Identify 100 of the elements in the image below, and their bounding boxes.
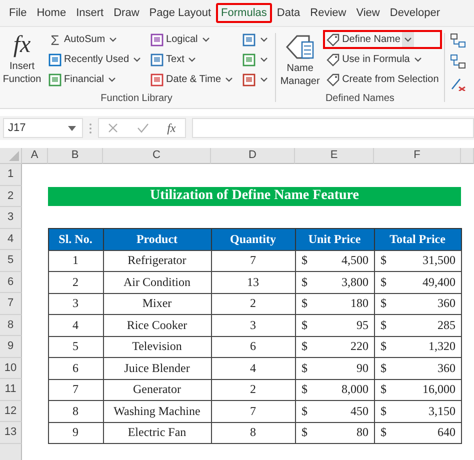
ribbon-button[interactable]: Logical [147,30,238,49]
row-header[interactable]: 8 [0,314,22,336]
row-header[interactable]: 9 [0,336,22,358]
amount: 360 [438,296,456,312]
column-header[interactable]: D [211,148,295,164]
row-header[interactable]: 6 [0,272,22,293]
column-header[interactable] [461,148,474,164]
currency-symbol: $ [380,253,386,268]
row-header[interactable]: 13 [0,422,22,444]
ribbon-button[interactable]: Define Name [323,30,442,49]
row-header[interactable]: 2 [0,186,22,207]
ribbon-tab[interactable]: Page Layout [144,3,216,23]
currency-symbol: $ [302,404,308,419]
caret-icon [225,77,234,82]
caret-icon [108,77,116,82]
book-icon [48,52,62,66]
caret-icon [188,57,196,62]
amount: 80 [356,425,368,440]
currency-symbol: $ [302,318,308,333]
row-header[interactable]: 3 [0,207,22,228]
currency-symbol: $ [302,360,308,376]
ribbon-button[interactable]: Financial [45,70,146,89]
ribbon-button[interactable]: Recently Used [45,50,146,69]
caret-icon [109,37,118,42]
ribbon-button[interactable]: Σ AutoSum [45,30,146,49]
currency-symbol: $ [380,296,386,312]
large-ribbon-button[interactable]: Name Manager [278,30,322,93]
amount: 31,500 [422,253,456,268]
currency-symbol: $ [302,382,308,398]
row-header[interactable]: 1 [0,164,22,186]
amount: 95 [356,318,368,333]
ribbon-tab[interactable]: Developer [384,3,446,23]
book-icon [242,52,256,66]
row-header[interactable]: 5 [0,250,22,272]
currency-symbol: $ [302,296,308,312]
ribbon-tab[interactable]: Home [32,3,72,23]
amount: 360 [438,360,456,376]
column-header[interactable]: B [48,148,103,164]
amount: 16,000 [422,382,456,398]
ribbon-tab[interactable]: File [4,3,32,23]
currency-symbol: $ [380,274,386,290]
caret-icon [414,57,422,62]
large-ribbon-button[interactable]: fx Insert Function [0,30,44,93]
formula-input[interactable] [192,118,474,138]
table-header-cell: Quantity [210,228,296,250]
currency-symbol: $ [380,318,386,333]
amount: 8,000 [342,382,368,398]
row-header[interactable]: 11 [0,379,22,400]
row-header[interactable] [0,444,22,460]
ribbon-tab[interactable]: Review [305,3,352,23]
ribbon-tab[interactable]: Formulas [216,3,272,23]
amount: 220 [350,339,368,354]
ribbon-button[interactable]: Date & Time [147,70,238,89]
amount: 3,150 [428,404,456,419]
tag-icon [326,32,340,46]
grip-icon [89,122,92,134]
name-box[interactable]: J17 [3,118,83,138]
caret-icon [260,37,268,42]
book-icon [150,32,164,46]
currency-symbol: $ [380,382,386,398]
caret-icon [404,37,412,42]
ribbon-tab[interactable]: Draw [108,3,144,23]
book-icon [242,32,256,46]
ribbon-button[interactable]: Create from Selection [323,70,442,89]
amount: 640 [438,425,456,440]
book-icon [48,72,62,86]
tag-icon [326,72,340,86]
trace-icon [450,54,466,70]
book-icon [150,72,164,86]
amount: 180 [350,296,368,312]
tag-icon [326,52,340,66]
function-icon: fx [13,30,31,60]
insert-function-button[interactable]: fx [167,120,176,136]
row-header[interactable]: 4 [0,228,22,250]
triangle-icon [9,151,19,161]
trace-icon [450,33,466,49]
title-banner: Utilization of Define Name Feature [48,186,461,206]
caret-icon [260,77,268,82]
check-icon[interactable] [136,123,149,133]
row-header[interactable]: 12 [0,400,22,422]
select-all-button[interactable] [0,148,22,164]
column-header[interactable]: C [103,148,211,164]
column-header[interactable]: F [374,148,461,164]
ribbon-tab[interactable]: View [351,3,385,23]
row-header[interactable]: 10 [0,358,22,379]
amount: 285 [438,318,456,333]
amount: 1,320 [428,339,456,354]
column-header[interactable]: A [22,148,48,164]
ribbon-button[interactable]: Use in Formula [323,50,442,69]
group-label: Function Library [100,93,174,106]
ribbon-tab[interactable]: Data [272,3,306,23]
ribbon-tab[interactable]: Insert [71,3,109,23]
ribbon-button[interactable]: Text [147,50,238,69]
table-header-cell: Product [102,228,212,250]
cancel-icon[interactable] [108,123,118,133]
table-cell: 1 [48,250,104,272]
book-icon [150,52,164,66]
column-header[interactable]: E [295,148,374,164]
caret-icon [133,57,142,62]
row-header[interactable]: 7 [0,293,22,314]
